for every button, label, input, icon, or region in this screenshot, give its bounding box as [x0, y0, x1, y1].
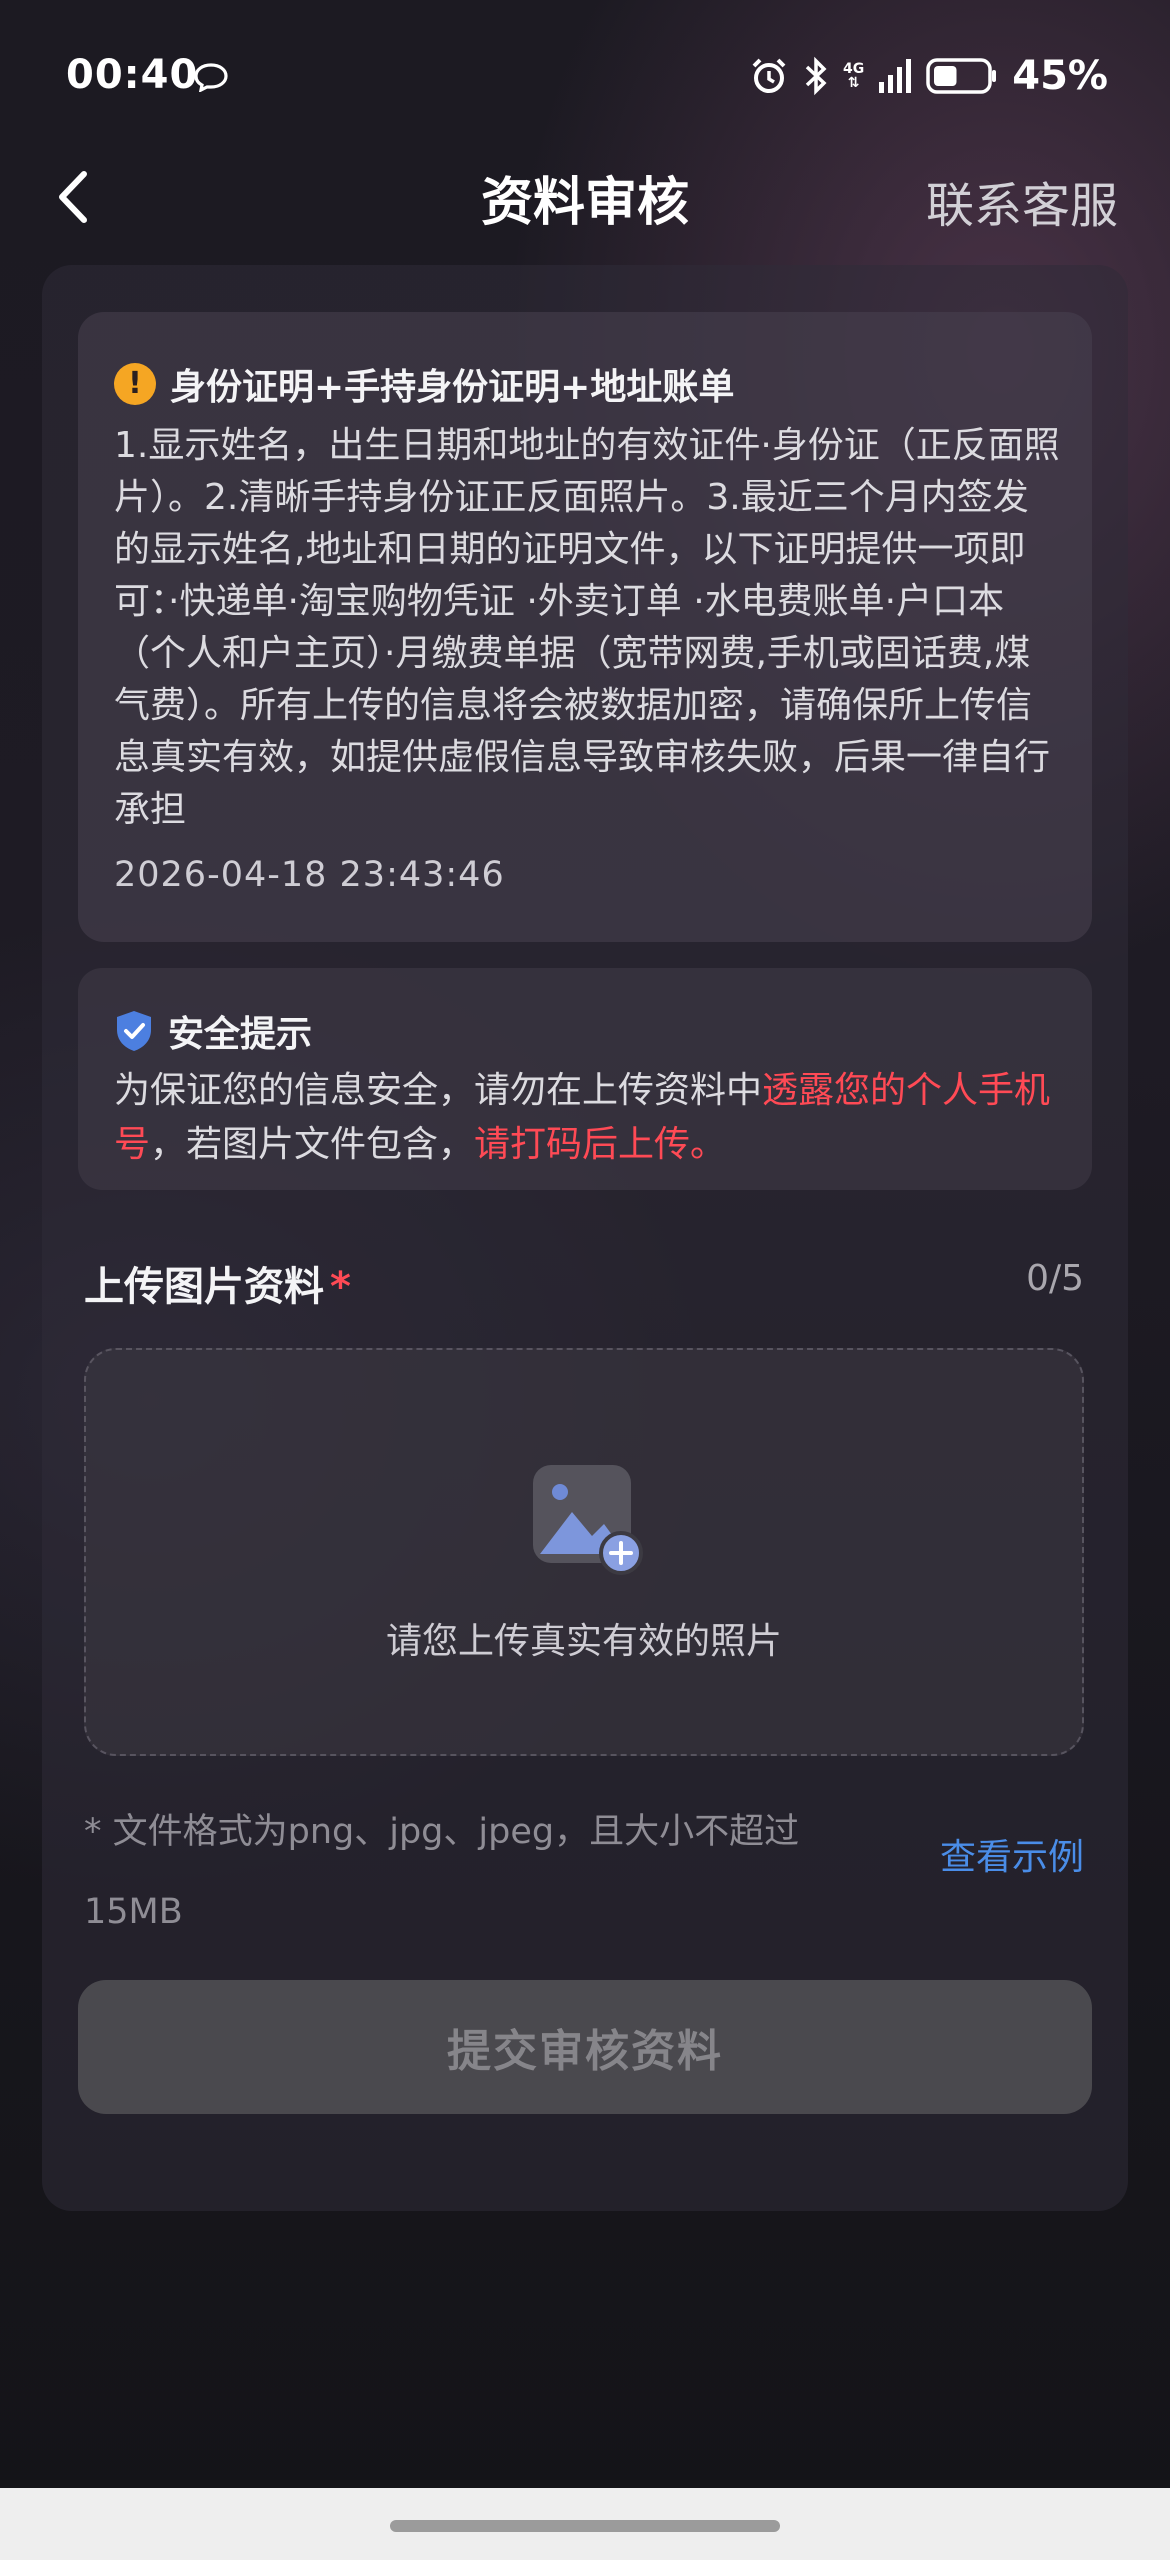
status-icons: 4G ⇅ 45%: [749, 52, 1108, 100]
data-arrows-icon: ⇅: [847, 75, 860, 91]
network-type: 4G ⇅: [843, 61, 865, 91]
upload-hint: 请您上传真实有效的照片: [385, 1621, 782, 1662]
requirements-body: 1.显示姓名，出生日期和地址的有效证件·身份证（正反面照片）。2.清晰手持身份证…: [114, 425, 1060, 830]
safety-title: 安全提示: [168, 1014, 313, 1055]
requirements-title-row: ! 身份证明+手持身份证明+地址账单: [114, 358, 734, 410]
home-indicator[interactable]: [390, 2520, 780, 2532]
contact-support-button[interactable]: 联系客服: [926, 166, 1118, 236]
file-format-note: * 文件格式为png、jpg、jpeg，且大小不超过15MB: [84, 1812, 800, 1932]
status-time: 00:40: [66, 52, 199, 98]
safety-text: 为保证您的信息安全，请勿在上传资料中透露您的个人手机号，若图片文件包含，请打码后…: [114, 1064, 1064, 1172]
shield-check-icon: [117, 1011, 151, 1051]
view-example-link[interactable]: 查看示例: [940, 1828, 1084, 1880]
upload-section-label: 上传图片资料 *: [84, 1254, 351, 1312]
warning-icon: !: [114, 363, 156, 405]
safety-title-row: 安全提示: [114, 1005, 312, 1057]
upload-count: 0/5: [1026, 1258, 1084, 1299]
battery-percent: 45%: [1012, 53, 1108, 99]
signal-icon: [879, 59, 912, 93]
battery-icon: [926, 58, 997, 94]
alarm-icon: [752, 58, 786, 93]
safety-text-part-2: ，若图片文件包含，: [150, 1124, 475, 1165]
submit-review-button[interactable]: 提交审核资料: [78, 1980, 1092, 2114]
status-bar: 00:40 4G ⇅ 45%: [0, 0, 1170, 160]
requirements-date: 2026-04-18 23:43:46: [114, 855, 505, 895]
upload-label-text: 上传图片资料: [84, 1264, 324, 1310]
requirements-title: 身份证明+手持身份证明+地址账单: [170, 367, 735, 408]
safety-text-part-1: 为保证您的信息安全，请勿在上传资料中: [114, 1070, 763, 1111]
required-mark: *: [330, 1264, 351, 1310]
chat-bubble-icon: [194, 63, 228, 92]
safety-highlight-2: 请打码后上传。: [474, 1124, 727, 1165]
image-add-icon[interactable]: [530, 1462, 645, 1577]
bluetooth-icon: [805, 56, 827, 96]
